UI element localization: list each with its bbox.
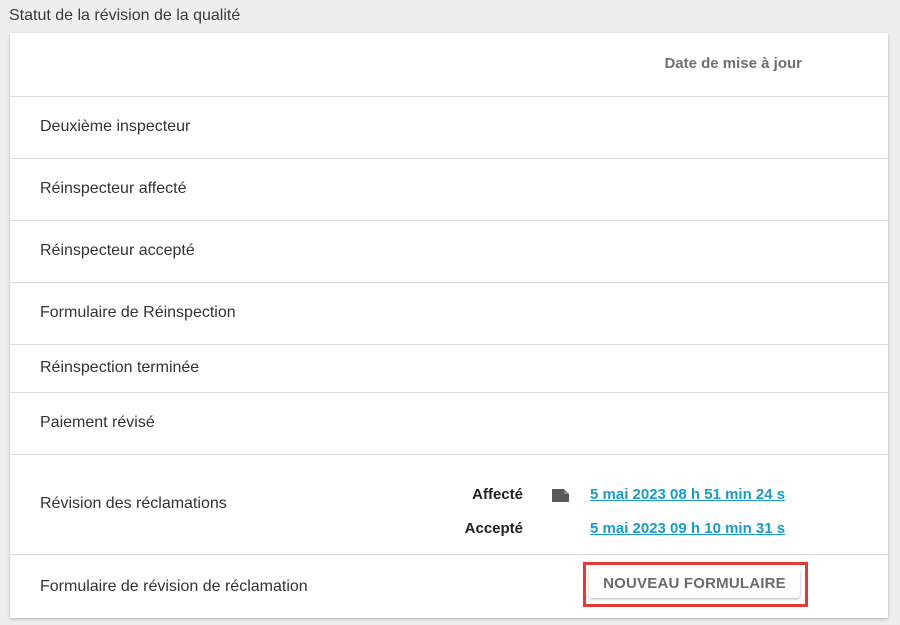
table-row: Révision des réclamations Affecté 5 mai … [10,455,888,555]
table-row: Réinspecteur accepté [10,221,888,283]
table-row: Deuxième inspecteur [10,97,888,159]
file-icon[interactable] [551,488,570,503]
column-header-update-date: Date de mise à jour [664,55,802,72]
table-row: Formulaire de révision de réclamation NO… [10,555,888,618]
table-row: Paiement révisé [10,393,888,455]
section-title: Statut de la révision de la qualité [9,7,241,24]
row-label-claim-review-form: Formulaire de révision de réclamation [40,578,308,595]
row-label-reinspection-form: Formulaire de Réinspection [40,304,236,321]
row-label-reinspection-completed: Réinspection terminée [40,359,200,376]
table-row: Formulaire de Réinspection [10,283,888,345]
new-form-button[interactable]: NOUVEAU FORMULAIRE [589,569,800,598]
accepted-status-label: Accepté [464,520,523,537]
table-row: Réinspecteur affecté [10,159,888,221]
assigned-status-label: Affecté [472,486,523,503]
assigned-date-link[interactable]: 5 mai 2023 08 h 51 min 24 s [590,486,785,503]
row-label-payment-revised: Paiement révisé [40,414,155,431]
row-label-reinspector-assigned: Réinspecteur affecté [40,180,187,197]
table-header: Date de mise à jour [10,33,888,97]
accepted-date-link[interactable]: 5 mai 2023 09 h 10 min 31 s [590,520,785,537]
row-label-reinspector-accepted: Réinspecteur accepté [40,242,195,259]
row-label-claims-review: Révision des réclamations [40,495,227,512]
row-label-second-inspector: Deuxième inspecteur [40,118,191,135]
new-form-highlight: NOUVEAU FORMULAIRE [583,562,808,607]
quality-review-card: Date de mise à jour Deuxième inspecteur … [10,33,888,618]
table-row: Réinspection terminée [10,345,888,393]
